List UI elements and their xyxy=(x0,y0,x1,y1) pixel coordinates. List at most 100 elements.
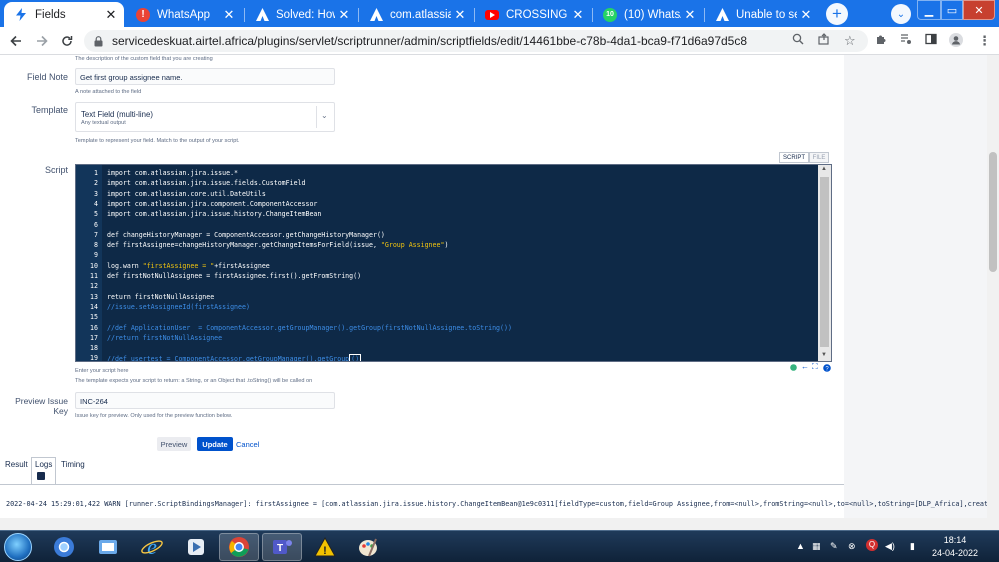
tab-timing[interactable]: Timing xyxy=(61,460,85,469)
chevron-down-icon[interactable]: ⌄ xyxy=(321,111,328,120)
field-note-label: Field Note xyxy=(26,72,68,82)
code-line: def changeHistoryManager = ComponentAcce… xyxy=(107,230,385,239)
script-hint: Enter your script here xyxy=(75,368,129,374)
lock-icon[interactable] xyxy=(94,34,103,52)
code-line: import com.atlassian.jira.issue.history.… xyxy=(107,210,322,219)
line-number: 6 xyxy=(94,220,98,229)
code-comment-line: //def usertest = ComponentAccessor.getGr… xyxy=(107,354,362,361)
forward-button[interactable] xyxy=(32,31,52,51)
page-viewport: The description of the custom field that… xyxy=(0,55,999,530)
tab-youtube[interactable]: CROSSING INTO ✕ xyxy=(475,2,591,27)
tab-result[interactable]: Result xyxy=(5,460,28,469)
preview-issue-key-hint: Issue key for preview. Only used for the… xyxy=(75,413,233,419)
template-select[interactable]: Text Field (multi-line) Any textual outp… xyxy=(75,102,335,132)
page-scrollbar[interactable] xyxy=(987,55,999,530)
horizontal-scrollbar[interactable] xyxy=(0,518,987,530)
kebab-menu-icon[interactable]: ⋮ xyxy=(978,33,991,49)
tab-solved[interactable]: Solved: How do ✕ xyxy=(245,2,357,27)
line-number: 16 xyxy=(90,323,98,332)
preview-issue-key-input[interactable]: INC-264 xyxy=(75,392,335,409)
tab-whatsapp[interactable]: ! WhatsApp ✕ xyxy=(126,2,242,27)
close-tab-icon[interactable]: ✕ xyxy=(797,7,815,23)
back-button[interactable] xyxy=(6,31,26,51)
close-tab-icon[interactable]: ✕ xyxy=(102,7,120,23)
page-scroll-thumb[interactable] xyxy=(989,152,997,272)
tray-antivirus-icon[interactable]: Q xyxy=(866,539,878,551)
address-bar[interactable]: servicedeskuat.airtel.africa/plugins/ser… xyxy=(84,30,868,52)
template-value: Text Field (multi-line) xyxy=(81,110,153,119)
zoom-icon[interactable] xyxy=(792,33,804,48)
close-tab-icon[interactable]: ✕ xyxy=(681,7,699,23)
log-output: 2022-04-24 15:29:01,422 WARN [runner.Scr… xyxy=(6,500,999,508)
minimize-button[interactable]: ▁ xyxy=(917,0,941,20)
tray-battery-icon[interactable]: ▮ xyxy=(910,541,915,552)
taskbar-outlook-icon[interactable] xyxy=(88,533,128,561)
template-subtext: Any textual output xyxy=(81,120,126,126)
code-line: def firstAssignee=changeHistoryManager.g… xyxy=(107,241,449,250)
cursor-highlight: () xyxy=(349,354,362,361)
preview-button[interactable]: Preview xyxy=(157,437,191,451)
url-text: servicedeskuat.airtel.africa/plugins/ser… xyxy=(112,34,748,48)
svg-text:e: e xyxy=(147,535,157,559)
tab-label: com.atlassian.jir xyxy=(390,8,451,21)
start-button[interactable] xyxy=(4,533,32,561)
script-editor[interactable]: 1 2 3 4 5 6 7 8 9 10 11 12 13 14 15 16 1… xyxy=(75,164,832,362)
side-panel-icon[interactable] xyxy=(925,33,937,48)
tab-com-atlassian[interactable]: com.atlassian.jir ✕ xyxy=(359,2,473,27)
select-divider xyxy=(316,106,317,128)
bookmark-star-icon[interactable]: ☆ xyxy=(844,33,856,49)
scroll-down-icon[interactable]: ▼ xyxy=(821,352,827,358)
update-button[interactable]: Update xyxy=(197,437,233,451)
taskbar-teams-icon[interactable]: T xyxy=(262,533,302,561)
taskbar-paint-icon[interactable] xyxy=(348,533,388,561)
taskbar-chromium-icon[interactable] xyxy=(44,533,84,561)
media-control-icon[interactable] xyxy=(900,33,912,48)
scroll-up-icon[interactable]: ▲ xyxy=(821,166,827,172)
fullscreen-icon[interactable]: ⛶ xyxy=(812,362,818,372)
tab-label: WhatsApp xyxy=(157,8,211,21)
close-window-button[interactable]: ✕ xyxy=(963,0,995,20)
script-mode-tab[interactable]: SCRIPT xyxy=(779,152,809,163)
close-tab-icon[interactable]: ✕ xyxy=(569,7,587,23)
template-label: Template xyxy=(31,105,68,115)
tab-search-button[interactable]: ⌄ xyxy=(891,4,911,24)
tab-fields[interactable]: Fields ✕ xyxy=(4,2,124,27)
profile-avatar-icon[interactable] xyxy=(949,33,963,50)
tab-whatsapp-web[interactable]: 10 (10) WhatsApp ✕ xyxy=(593,2,703,27)
windows-taskbar: e T ! ▲ ▦ ✎ ⊗ Q ◀) ▮ 18:14 24-04-2022 xyxy=(0,530,999,562)
taskbar-media-player-icon[interactable] xyxy=(176,533,216,561)
taskbar-clock[interactable]: 18:14 24-04-2022 xyxy=(930,534,980,560)
field-note-input[interactable]: Get first group assignee name. xyxy=(75,68,335,85)
taskbar-warning-icon[interactable]: ! xyxy=(305,533,345,561)
help-icon[interactable]: ? xyxy=(823,364,831,374)
browser-tab-strip: Fields ✕ ! WhatsApp ✕ Solved: How do ✕ c… xyxy=(0,0,999,27)
tab-logs[interactable]: Logs xyxy=(35,460,52,469)
editor-scroll-thumb[interactable] xyxy=(820,177,829,347)
share-icon[interactable] xyxy=(818,33,830,48)
reload-button[interactable] xyxy=(57,31,77,51)
close-tab-icon[interactable]: ✕ xyxy=(220,7,238,23)
close-tab-icon[interactable]: ✕ xyxy=(335,7,353,23)
tray-volume-icon[interactable]: ◀) xyxy=(885,541,895,552)
atlassian-icon xyxy=(715,8,729,22)
close-tab-icon[interactable]: ✕ xyxy=(451,7,469,23)
code-line: import com.atlassian.jira.issue.* xyxy=(107,169,239,177)
tray-network-icon[interactable]: ▦ xyxy=(812,541,821,552)
tray-security-icon[interactable]: ⊗ xyxy=(848,541,856,552)
maximize-button[interactable]: ▭ xyxy=(941,0,963,20)
code-line: import com.atlassian.jira.issue.fields.C… xyxy=(107,179,306,188)
new-tab-button[interactable]: + xyxy=(826,3,848,25)
cancel-link[interactable]: Cancel xyxy=(236,437,264,451)
undo-arrow-icon[interactable]: ← xyxy=(801,362,809,371)
tray-expand-icon[interactable]: ▲ xyxy=(796,541,805,551)
extensions-icon[interactable] xyxy=(875,33,887,48)
editor-scrollbar[interactable]: ▲ ▼ xyxy=(818,165,831,361)
tab-label: (10) WhatsApp xyxy=(624,8,681,21)
line-number: 13 xyxy=(90,292,98,301)
file-mode-tab[interactable]: FILE xyxy=(809,152,829,163)
tray-app-icon[interactable]: ✎ xyxy=(830,541,838,552)
taskbar-ie-icon[interactable]: e xyxy=(132,533,172,561)
taskbar-chrome-icon[interactable] xyxy=(219,533,259,561)
tab-unable-to-set[interactable]: Unable to set th ✕ xyxy=(705,2,819,27)
field-note-hint: A note attached to the field xyxy=(75,89,142,95)
